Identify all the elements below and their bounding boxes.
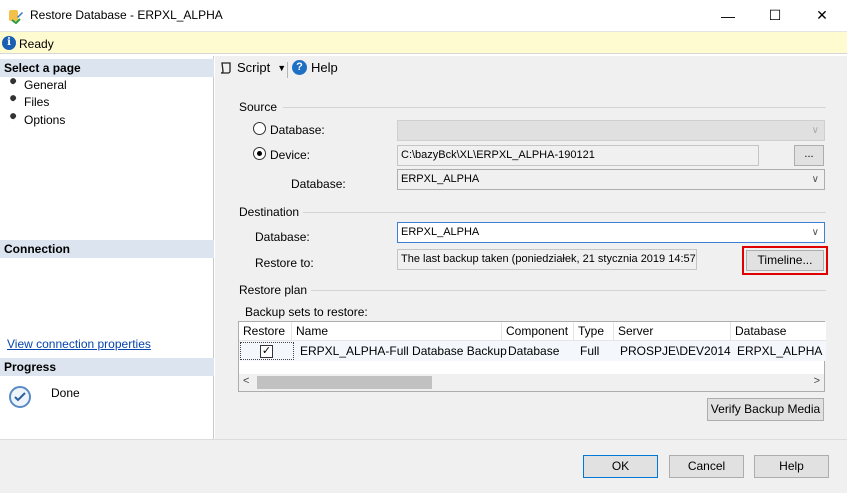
chevron-down-icon: ▼ [277, 62, 287, 73]
info-icon: i [2, 36, 16, 50]
database-radio[interactable] [253, 122, 266, 135]
status-text: Ready [19, 37, 54, 51]
progress-status: Done [51, 386, 80, 400]
device-radio-label: Device: [270, 148, 311, 162]
script-button[interactable]: Script ▼ [219, 60, 286, 75]
timeline-button[interactable]: Timeline... [746, 250, 824, 271]
device-radio[interactable] [253, 147, 266, 160]
row-server: PROSPJE\DEV2014 [620, 344, 731, 358]
main-pane: Script ▼ ? Help Source Database: ∨ Devic… [215, 56, 847, 439]
source-divider [283, 107, 826, 108]
backup-sets-label: Backup sets to restore: [245, 305, 368, 319]
verify-backup-media-button[interactable]: Verify Backup Media [707, 398, 824, 421]
progress-header: Progress [0, 358, 214, 376]
row-component: Database [508, 344, 560, 358]
page-item-label: General [24, 78, 67, 92]
column-header-database[interactable]: Database [731, 322, 826, 341]
scroll-left-icon[interactable]: < [243, 375, 249, 387]
destination-section-label: Destination [239, 205, 300, 219]
column-header-component[interactable]: Component [502, 322, 574, 341]
source-section-label: Source [239, 100, 278, 114]
window-title: Restore Database - ERPXL_ALPHA [30, 8, 223, 22]
cancel-button[interactable]: Cancel [669, 455, 744, 478]
restore-plan-section-label: Restore plan [239, 283, 308, 297]
column-header-restore[interactable]: Restore [239, 322, 292, 341]
restore-to-field[interactable]: The last backup taken (poniedziałek, 21 … [397, 249, 697, 270]
connection-header: Connection [0, 240, 214, 258]
dialog-footer: OK Cancel Help [0, 439, 847, 493]
row-name: ERPXL_ALPHA-Full Database Backup [300, 344, 507, 358]
browse-device-button[interactable]: ... [794, 145, 824, 166]
view-connection-properties-link[interactable]: View connection properties [7, 337, 151, 351]
page-item-files[interactable]: Files [6, 94, 49, 110]
left-pane: Select a page General Files Options Conn… [0, 56, 214, 439]
device-database-label: Database: [291, 177, 346, 191]
chevron-down-icon: ∨ [811, 227, 819, 238]
column-header-server[interactable]: Server [614, 322, 731, 341]
page-item-label: Options [24, 113, 66, 127]
script-label: Script [237, 60, 271, 75]
select-page-header: Select a page [0, 59, 214, 77]
chevron-down-icon: ∨ [811, 174, 819, 185]
restore-plan-divider [311, 290, 826, 291]
destination-database-combo[interactable]: ERPXL_ALPHA ∨ [397, 222, 825, 243]
status-bar: i Ready [0, 31, 847, 54]
destination-divider [303, 212, 826, 213]
destination-database-label: Database: [255, 230, 310, 244]
column-header-name[interactable]: Name [292, 322, 502, 341]
source-database-combo[interactable]: ∨ [397, 120, 825, 141]
device-database-combo[interactable]: ERPXL_ALPHA ∨ [397, 169, 825, 190]
chevron-down-icon: ∨ [811, 125, 819, 136]
title-bar: Restore Database - ERPXL_ALPHA — ☐ ✕ [0, 0, 847, 31]
help-button[interactable]: ? Help [292, 60, 338, 75]
wrench-icon [8, 95, 17, 107]
restore-checkbox[interactable]: ✓ [260, 345, 273, 358]
scrollbar-thumb[interactable] [257, 376, 432, 389]
script-icon [220, 61, 231, 74]
row-type: Full [580, 344, 600, 358]
horizontal-scrollbar[interactable]: < > [239, 374, 824, 391]
table-row[interactable]: ✓ ERPXL_ALPHA-Full Database Backup Datab… [239, 341, 826, 361]
scroll-right-icon[interactable]: > [814, 375, 820, 387]
wrench-icon [8, 113, 17, 125]
row-database: ERPXL_ALPHA [737, 344, 823, 358]
page-item-general[interactable]: General [6, 77, 67, 93]
wrench-icon [8, 78, 17, 90]
help-label: Help [311, 60, 338, 75]
help-icon: ? [292, 60, 307, 75]
page-item-label: Files [24, 95, 50, 109]
help-footer-button[interactable]: Help [754, 455, 829, 478]
database-radio-label: Database: [270, 123, 325, 137]
close-button[interactable]: ✕ [799, 0, 845, 31]
column-header-type[interactable]: Type [574, 322, 614, 341]
restore-to-label: Restore to: [255, 256, 314, 270]
toolbar-separator [287, 62, 288, 78]
grid-header: Restore Name Component Type Server Datab… [239, 322, 826, 341]
toolbar: Script ▼ ? Help [215, 56, 847, 82]
restore-database-icon [9, 10, 23, 24]
device-path-field[interactable]: C:\bazyBck\XL\ERPXL_ALPHA-190121 [397, 145, 759, 166]
page-item-options[interactable]: Options [6, 112, 65, 128]
minimize-button[interactable]: — [705, 0, 751, 31]
backup-sets-grid: Restore Name Component Type Server Datab… [238, 321, 826, 392]
progress-done-icon [9, 386, 31, 408]
maximize-button[interactable]: ☐ [752, 0, 798, 31]
ok-button[interactable]: OK [583, 455, 658, 478]
